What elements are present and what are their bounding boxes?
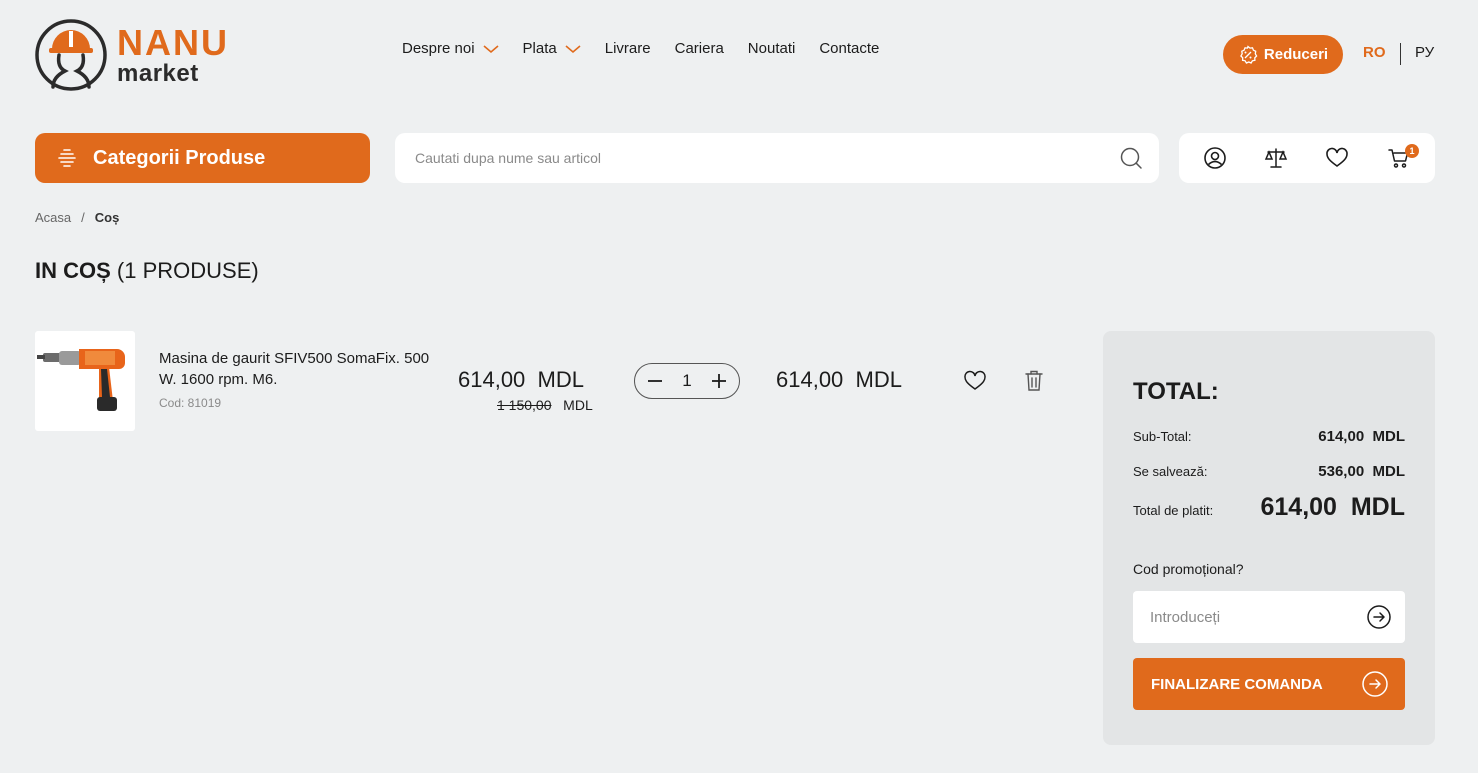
breadcrumb-home-link[interactable]: Acasa [35, 210, 71, 225]
user-icon[interactable] [1203, 146, 1227, 170]
page-title-main: IN COȘ [35, 258, 111, 283]
chevron-down-icon [483, 44, 499, 53]
subtotal-row: Sub-Total: 614,00 MDL [1133, 428, 1405, 445]
total-value: 614,00 MDL [1260, 493, 1405, 521]
discount-badge-icon [1239, 44, 1258, 64]
plus-icon[interactable] [711, 373, 727, 389]
line-total: 614,00 MDL [776, 367, 902, 393]
brand-name: NANU market [117, 21, 229, 87]
summary-title: TOTAL: [1133, 378, 1219, 405]
subtotal-value: 614,00 MDL [1318, 428, 1405, 445]
nav-item-contacte[interactable]: Contacte [819, 40, 879, 57]
quantity-value[interactable]: 1 [682, 371, 691, 391]
promo-code-box [1133, 591, 1405, 643]
total-row: Total de platit: 614,00 MDL [1133, 493, 1405, 522]
checkout-button[interactable]: FINALIZARE COMANDA [1133, 658, 1405, 710]
cart-count-badge: 1 [1405, 144, 1419, 158]
nav-item-livrare[interactable]: Livrare [605, 40, 651, 57]
savings-label: Se salvează: [1133, 464, 1208, 479]
search-icon[interactable] [1119, 146, 1143, 170]
brand-name-bottom: market [117, 59, 199, 87]
search-input[interactable] [395, 133, 1075, 183]
minus-icon[interactable] [647, 373, 663, 389]
lang-ro-link[interactable]: RO [1363, 44, 1386, 61]
old-price-currency: MDL [563, 397, 593, 413]
nav-item-plata[interactable]: Plata [523, 40, 581, 57]
helmet-logo-icon [35, 19, 107, 91]
brand-logo[interactable]: NANU market [35, 18, 255, 92]
promo-code-input[interactable] [1133, 591, 1353, 643]
breadcrumb-separator: / [81, 210, 85, 225]
menu-lines-icon [58, 149, 76, 167]
discounts-button[interactable]: Reduceri [1223, 35, 1343, 74]
savings-row: Se salvează: 536,00 MDL [1133, 463, 1405, 480]
checkout-label: FINALIZARE COMANDA [1151, 675, 1323, 693]
quantity-stepper: 1 [634, 363, 740, 399]
lang-divider [1400, 43, 1401, 65]
trash-icon[interactable] [1024, 369, 1044, 393]
lang-ru-link[interactable]: РУ [1415, 44, 1434, 61]
categories-button[interactable]: Categorii Produse [35, 133, 370, 183]
compare-scale-icon[interactable] [1264, 146, 1288, 170]
breadcrumb: Acasa / Coș [35, 210, 119, 225]
search-bar [395, 133, 1159, 183]
product-thumbnail[interactable] [35, 331, 135, 431]
old-price-value: 1 150,00 [497, 397, 552, 413]
breadcrumb-current: Coș [94, 210, 120, 225]
heart-icon[interactable] [1325, 146, 1349, 170]
old-price: 1 150,00 MDL [497, 397, 593, 413]
line-total-currency: MDL [855, 367, 902, 392]
unit-price: 614,00 MDL [458, 367, 584, 393]
brand-name-top: NANU [117, 21, 229, 63]
categories-label: Categorii Produse [93, 146, 266, 169]
nav-item-label: Cariera [674, 40, 724, 57]
discounts-label: Reduceri [1263, 46, 1329, 63]
total-label: Total de platit: [1133, 503, 1214, 518]
savings-value: 536,00 MDL [1318, 463, 1405, 480]
nav-item-label: Noutati [747, 40, 796, 57]
drill-image [37, 349, 125, 411]
page-title: IN COȘ (1 PRODUSE) [35, 258, 259, 284]
nav-item-cariera[interactable]: Cariera [675, 40, 724, 57]
nav-item-label: Livrare [604, 40, 651, 57]
promo-code-label: Cod promoțional? [1133, 561, 1244, 577]
nav-item-label: Plata [522, 40, 557, 57]
arrow-right-circle-icon [1362, 671, 1388, 697]
add-to-favorites-heart-icon[interactable] [963, 369, 987, 393]
product-name-link[interactable]: Masina de gaurit SFIV500 SomaFix. 500 W.… [159, 348, 439, 390]
line-total-value: 614,00 [776, 367, 844, 392]
order-summary-panel: TOTAL: Sub-Total: 614,00 MDL Se salvează… [1103, 331, 1435, 745]
nav-item-label: Despre noi [402, 40, 475, 57]
page-title-count: (1 PRODUSE) [116, 258, 259, 283]
unit-price-currency: MDL [537, 367, 584, 392]
nav-item-despre-noi[interactable]: Despre noi [402, 40, 499, 57]
account-icons-bar: 1 [1179, 133, 1435, 183]
arrow-right-circle-icon[interactable] [1367, 605, 1391, 629]
nav-item-label: Contacte [819, 40, 880, 57]
unit-price-value: 614,00 [458, 367, 526, 392]
main-nav: Despre noi Plata Livrare Cariera Noutati… [402, 40, 903, 57]
product-code: Cod: 81019 [159, 396, 222, 410]
chevron-down-icon [565, 44, 581, 53]
subtotal-label: Sub-Total: [1133, 429, 1192, 444]
nav-item-noutati[interactable]: Noutati [748, 40, 796, 57]
